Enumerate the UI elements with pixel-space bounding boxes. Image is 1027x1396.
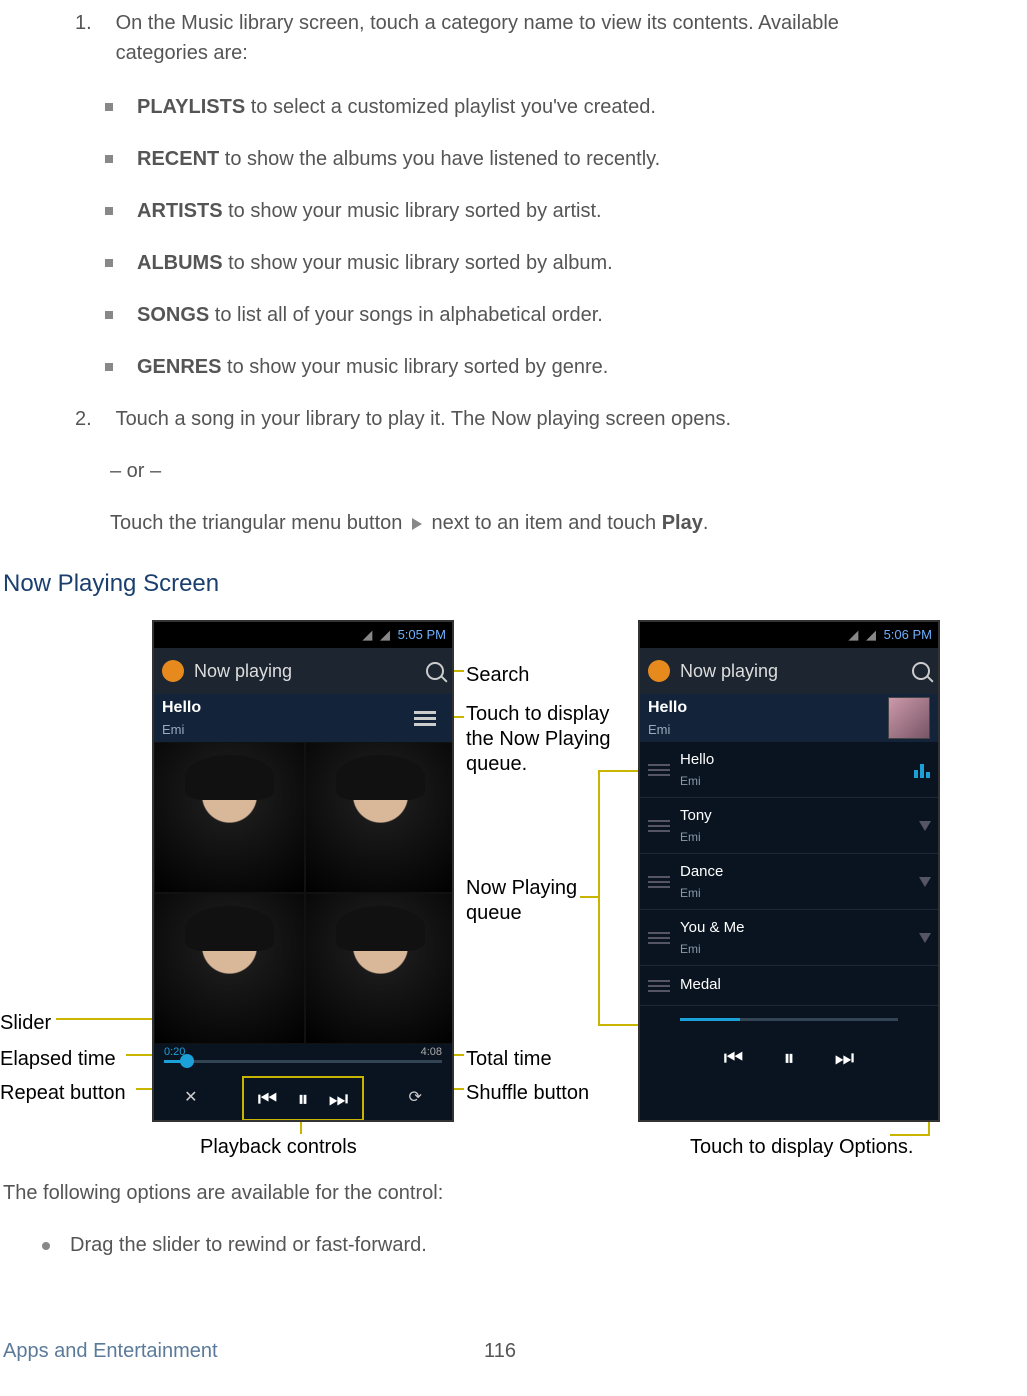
- callout-slider: Slider: [0, 1008, 51, 1038]
- section-heading-now-playing: Now Playing Screen: [3, 566, 1027, 602]
- pause-icon[interactable]: ⏸: [783, 1041, 794, 1074]
- album-art-grid: [154, 742, 454, 1044]
- category-playlists: PLAYLISTS to select a customized playlis…: [105, 92, 1027, 122]
- song-artist: Emi: [162, 720, 414, 740]
- callout-playback: Playback controls: [200, 1132, 357, 1162]
- playback-controls: ✕ ⏮ ⏸ ⏭ ⟳: [154, 1074, 452, 1122]
- screenshot-queue: ◢ ◢ 5:06 PM Now playing Hello Emi: [638, 620, 940, 1122]
- drag-handle-icon[interactable]: [648, 817, 670, 835]
- signal-icon: ◢: [866, 622, 876, 648]
- options-triangle-icon[interactable]: [919, 933, 931, 943]
- step-1-text: On the Music library screen, touch a cat…: [116, 8, 936, 68]
- page-footer: Apps and Entertainment 116: [3, 1336, 997, 1366]
- callout-repeat: Repeat button: [0, 1078, 126, 1108]
- song-title: Hello: [648, 696, 888, 720]
- signal-icon: ◢: [380, 622, 390, 648]
- progress-bar[interactable]: 0:20 4:08: [154, 1044, 452, 1074]
- category-albums: ALBUMS to show your music library sorted…: [105, 248, 1027, 278]
- options-intro: The following options are available for …: [0, 1178, 1027, 1208]
- prev-icon[interactable]: ⏮: [724, 1041, 744, 1074]
- song-info-bar: Hello Emi: [640, 694, 938, 742]
- footer-section: Apps and Entertainment: [3, 1336, 218, 1366]
- category-recent: RECENT to show the albums you have liste…: [105, 144, 1027, 174]
- drag-handle-icon[interactable]: [648, 929, 670, 947]
- slider-knob[interactable]: [180, 1054, 194, 1068]
- option-slider-drag: Drag the slider to rewind or fast-forwar…: [42, 1230, 1027, 1260]
- queue-row[interactable]: Medal: [640, 966, 938, 1006]
- prev-icon[interactable]: ⏮: [258, 1082, 278, 1115]
- step-2-alt: Touch the triangular menu button next to…: [110, 508, 1027, 538]
- callout-search: Search: [466, 660, 529, 690]
- status-bar: ◢ ◢ 5:06 PM: [640, 622, 938, 648]
- status-time: 5:06 PM: [884, 627, 932, 642]
- step-2-number: 2.: [75, 404, 110, 434]
- queue-button-icon[interactable]: [414, 708, 436, 729]
- category-artists: ARTISTS to show your music library sorte…: [105, 196, 1027, 226]
- bullet-icon: [105, 155, 113, 163]
- wifi-icon: ◢: [362, 622, 372, 648]
- title-text: Now playing: [194, 648, 292, 694]
- pause-icon[interactable]: ⏸: [297, 1082, 308, 1115]
- triangle-menu-icon: [412, 518, 422, 530]
- status-time: 5:05 PM: [398, 627, 446, 642]
- step-2-text: Touch a song in your library to play it.…: [116, 404, 936, 434]
- drag-handle-icon[interactable]: [648, 761, 670, 779]
- wifi-icon: ◢: [848, 622, 858, 648]
- next-icon[interactable]: ⏭: [328, 1082, 348, 1115]
- callout-options: Touch to display Options.: [690, 1132, 913, 1162]
- callout-queue-button: Touch to display the Now Playing queue.: [466, 702, 636, 777]
- options-triangle-icon[interactable]: [919, 877, 931, 887]
- bullet-icon: [105, 363, 113, 371]
- footer-page-number: 116: [484, 1336, 516, 1366]
- queue-row[interactable]: You & MeEmi: [640, 910, 938, 966]
- callout-elapsed: Elapsed time: [0, 1044, 116, 1074]
- step-1-number: 1.: [75, 8, 110, 38]
- progress-bar-small[interactable]: [640, 1010, 938, 1028]
- callout-total: Total time: [466, 1044, 552, 1074]
- music-app-icon: [162, 660, 184, 682]
- bullet-icon: [42, 1242, 50, 1250]
- repeat-icon[interactable]: ⟳: [408, 1086, 421, 1110]
- drag-handle-icon[interactable]: [648, 873, 670, 891]
- or-divider: – or –: [110, 456, 1027, 486]
- bullet-icon: [105, 103, 113, 111]
- title-bar: Now playing: [154, 648, 452, 694]
- drag-handle-icon[interactable]: [648, 977, 670, 995]
- callout-shuffle: Shuffle button: [466, 1078, 589, 1108]
- bullet-icon: [105, 207, 113, 215]
- screenshot-now-playing: ◢ ◢ 5:05 PM Now playing Hello Emi: [152, 620, 454, 1122]
- song-info-bar: Hello Emi: [154, 694, 452, 742]
- callout-queue-list: Now Playing queue: [466, 876, 616, 926]
- now-playing-queue: HelloEmi TonyEmi DanceEmi You & MeEmi: [640, 742, 938, 1006]
- queue-row[interactable]: TonyEmi: [640, 798, 938, 854]
- title-text: Now playing: [680, 648, 778, 694]
- category-songs: SONGS to list all of your songs in alpha…: [105, 300, 1027, 330]
- song-artist: Emi: [648, 720, 888, 740]
- queue-row[interactable]: DanceEmi: [640, 854, 938, 910]
- music-app-icon: [648, 660, 670, 682]
- playback-controls: ⏮ ⏸ ⏭: [640, 1028, 938, 1086]
- total-time: 4:08: [421, 1044, 442, 1061]
- title-bar: Now playing: [640, 648, 938, 694]
- search-icon[interactable]: [426, 662, 444, 680]
- shuffle-icon[interactable]: ✕: [184, 1086, 197, 1110]
- bullet-icon: [105, 259, 113, 267]
- options-triangle-icon[interactable]: [919, 821, 931, 831]
- equalizer-icon: [914, 762, 930, 778]
- song-title: Hello: [162, 696, 414, 720]
- album-thumbnail[interactable]: [888, 697, 930, 739]
- category-genres: GENRES to show your music library sorted…: [105, 352, 1027, 382]
- status-bar: ◢ ◢ 5:05 PM: [154, 622, 452, 648]
- figure-now-playing: Slider Elapsed time Repeat button Search…: [0, 620, 1027, 1160]
- queue-row[interactable]: HelloEmi: [640, 742, 938, 798]
- search-icon[interactable]: [912, 662, 930, 680]
- next-icon[interactable]: ⏭: [835, 1041, 855, 1074]
- bullet-icon: [105, 311, 113, 319]
